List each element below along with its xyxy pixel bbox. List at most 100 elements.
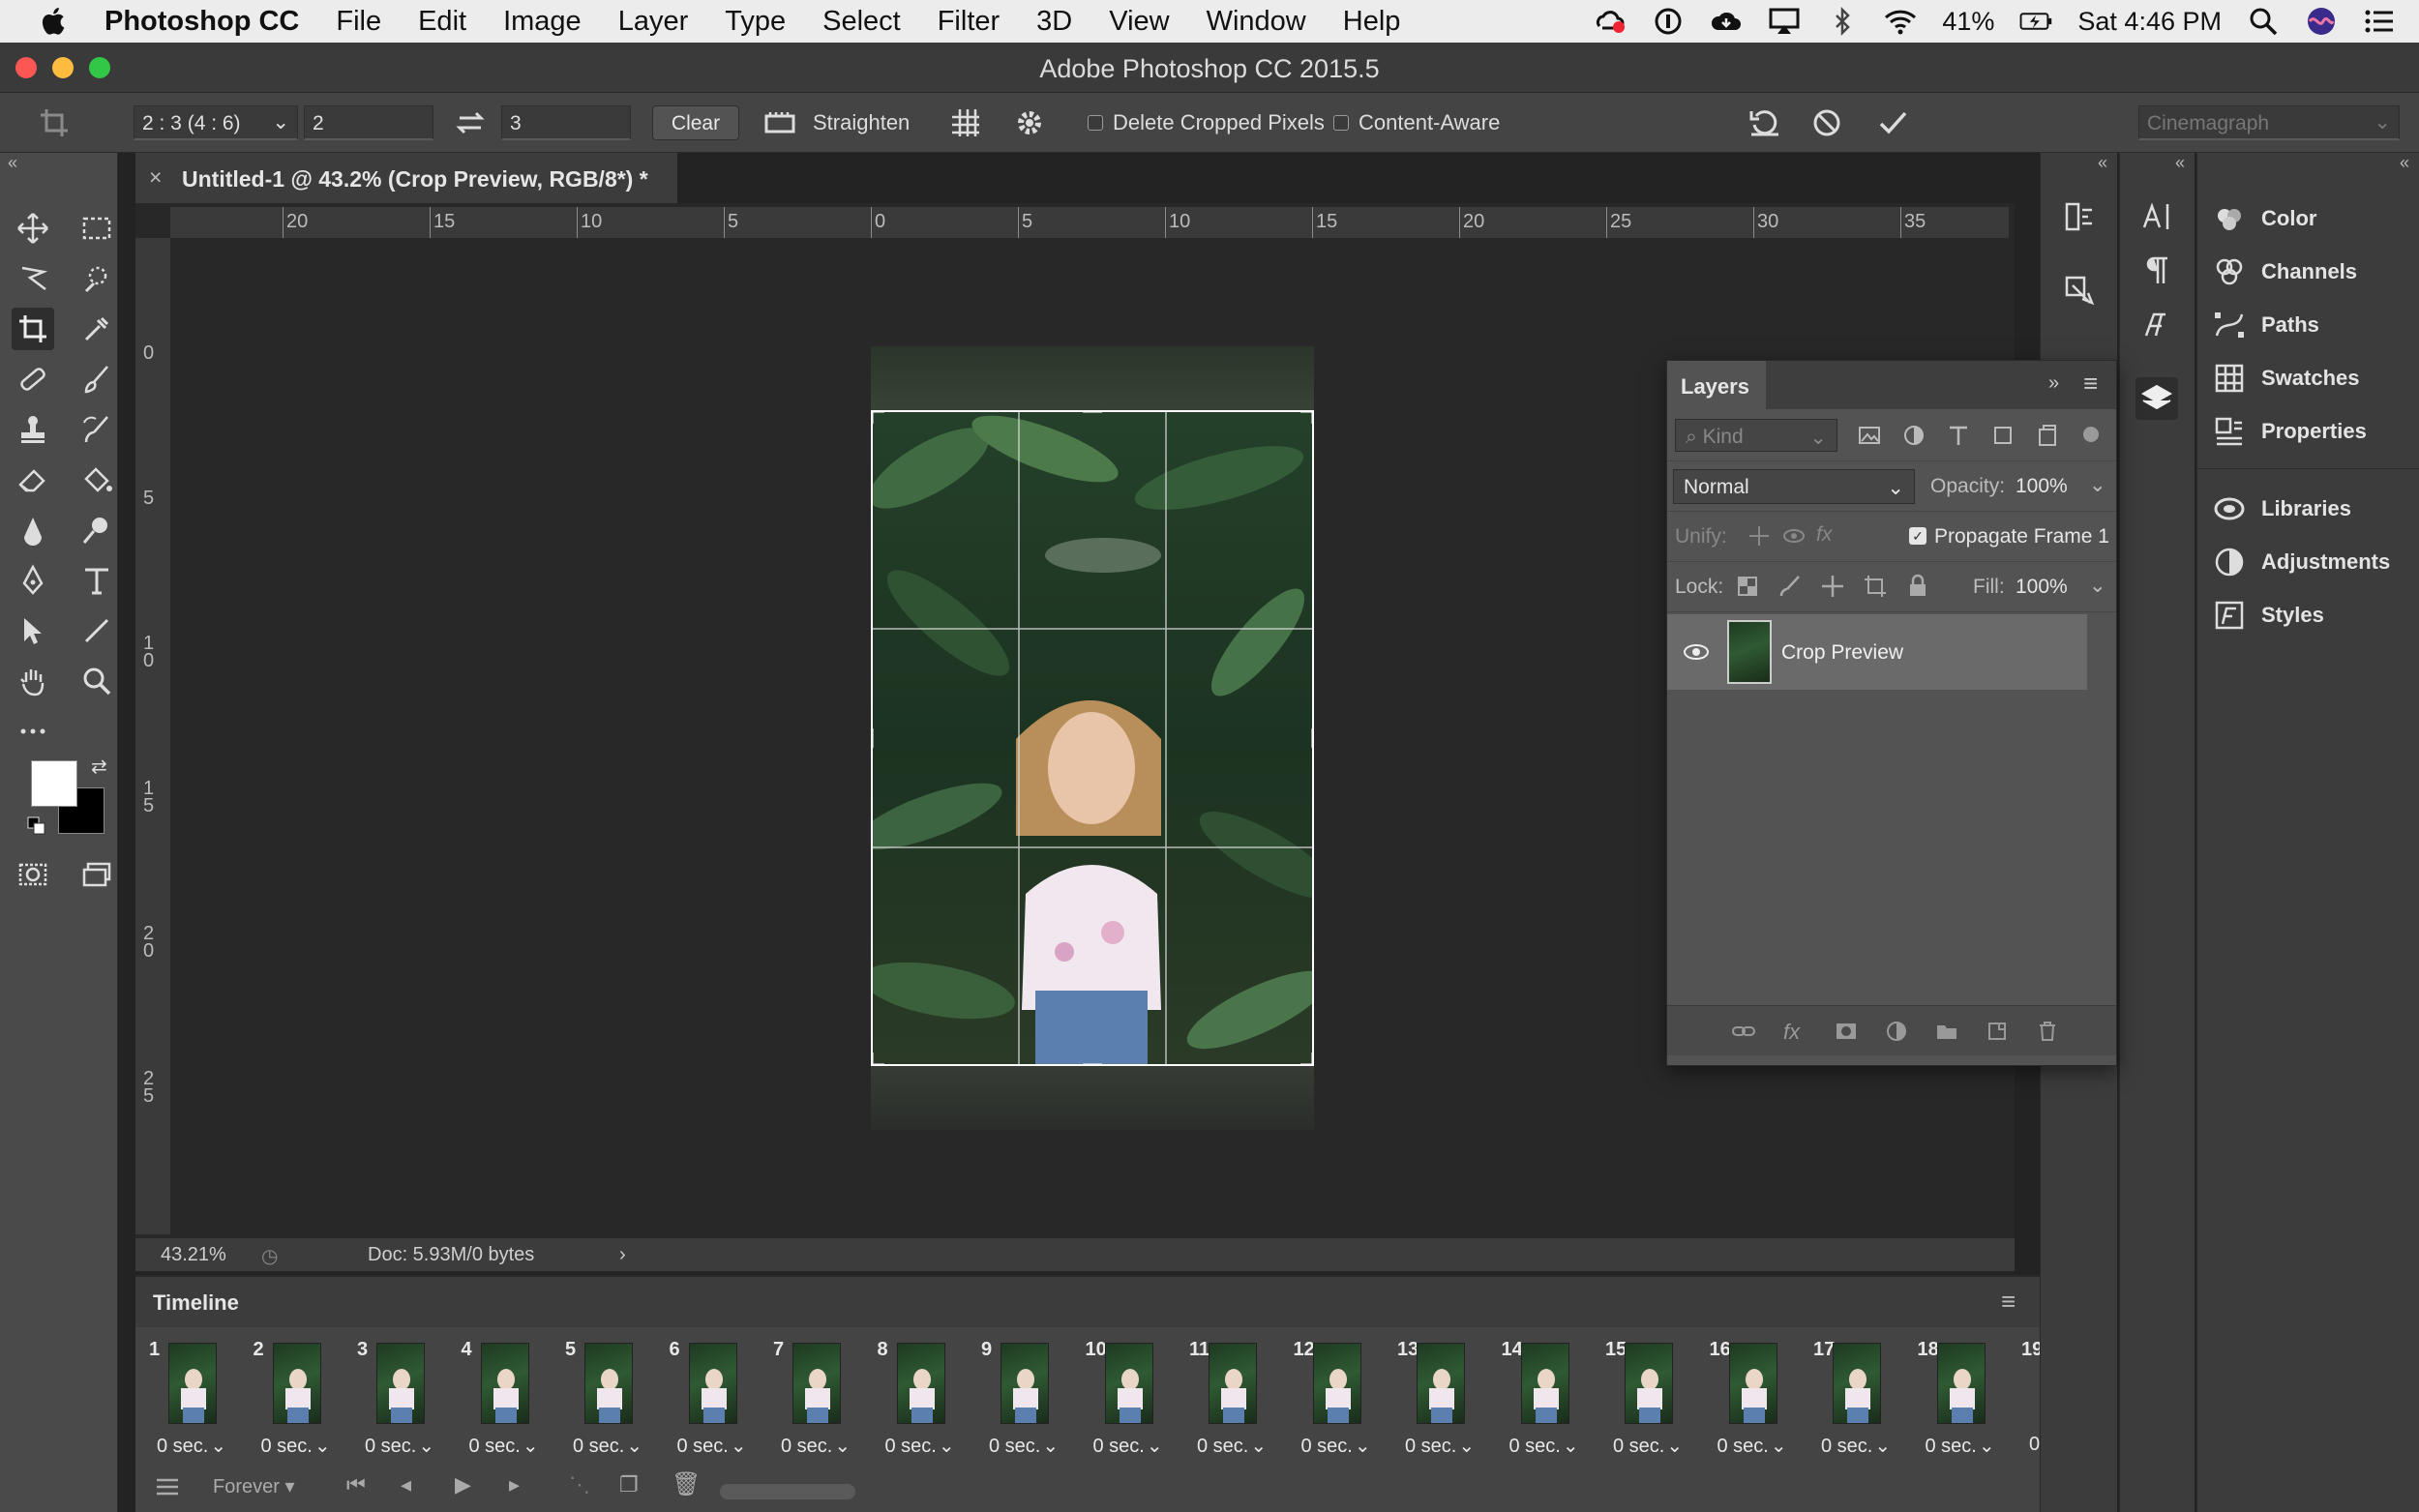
notification-center-icon[interactable]: [2363, 7, 2396, 36]
straighten-icon[interactable]: [759, 102, 801, 144]
foreground-color-swatch[interactable]: [31, 760, 77, 807]
workspace-select[interactable]: Cinemagraph ⌄: [2138, 105, 2400, 140]
timeline-frame[interactable]: 8 0 sec. ⌄: [876, 1339, 976, 1468]
panel-swatches[interactable]: Swatches: [2213, 357, 2360, 400]
delete-frame-icon[interactable]: 🗑: [672, 1470, 701, 1498]
delete-cropped-checkbox[interactable]: [1088, 115, 1103, 131]
frame-delay-select[interactable]: 0 sec. ⌄: [157, 1434, 226, 1458]
crop-tool-icon[interactable]: [12, 308, 54, 350]
blend-mode-select[interactable]: Normal ⌄: [1673, 469, 1915, 504]
creative-cloud-icon[interactable]: [1594, 7, 1627, 36]
content-aware-checkbox[interactable]: [1333, 115, 1349, 131]
frame-delay-select[interactable]: 0 sec. ⌄: [1197, 1434, 1267, 1458]
menu-file[interactable]: File: [336, 6, 381, 38]
share-icon[interactable]: ◷: [261, 1244, 278, 1268]
timeline-frame[interactable]: 9 0 sec. ⌄: [979, 1339, 1080, 1468]
menubar-clock[interactable]: Sat 4:46 PM: [2077, 7, 2222, 37]
frame-delay-select[interactable]: 0: [2029, 1434, 2040, 1456]
wifi-icon[interactable]: [1884, 7, 1917, 36]
frame-delay-select[interactable]: 0 sec. ⌄: [1405, 1434, 1475, 1458]
healing-brush-tool-icon[interactable]: [12, 358, 54, 400]
panel-channels[interactable]: Channels: [2213, 251, 2357, 293]
timeline-frame[interactable]: 12 0 sec. ⌄: [1292, 1339, 1392, 1468]
siri-icon[interactable]: [2305, 7, 2338, 36]
lock-transparent-pixels-icon[interactable]: [1735, 574, 1760, 599]
panel-paths[interactable]: Paths: [2213, 304, 2319, 346]
brush-tool-icon[interactable]: [75, 358, 118, 400]
clone-stamp-tool-icon[interactable]: [12, 408, 54, 451]
frame-delay-select[interactable]: 0 sec. ⌄: [573, 1434, 642, 1458]
commit-crop-icon[interactable]: [1871, 102, 1914, 144]
app-name-menu[interactable]: Photoshop CC: [105, 6, 299, 38]
crop-height-input[interactable]: 3: [501, 105, 631, 140]
layer-name[interactable]: Crop Preview: [1781, 641, 1903, 665]
panel-menu-icon[interactable]: ≡: [2083, 369, 2098, 399]
opacity-value[interactable]: 100%: [2016, 475, 2068, 498]
lock-image-pixels-icon[interactable]: [1777, 574, 1803, 599]
path-selection-tool-icon[interactable]: [12, 609, 54, 652]
filter-toggle-switch[interactable]: [2083, 427, 2099, 442]
default-colors-icon[interactable]: [27, 816, 46, 836]
timeline-menu-icon[interactable]: ≡: [2001, 1287, 2016, 1317]
previous-frame-icon[interactable]: ◂: [401, 1472, 411, 1497]
frame-delay-select[interactable]: 0 sec. ⌄: [781, 1434, 851, 1458]
crop-width-input[interactable]: 2: [304, 105, 433, 140]
opacity-slider-chevron-icon[interactable]: ⌄: [2089, 473, 2106, 497]
timeline-frame[interactable]: 18 0 sec. ⌄: [1916, 1339, 2016, 1468]
more-tools-icon[interactable]: [12, 710, 54, 753]
lock-position-icon[interactable]: [1820, 574, 1845, 599]
pixel-filter-icon[interactable]: [1857, 423, 1882, 448]
adjustment-filter-icon[interactable]: [1901, 423, 1926, 448]
pen-tool-icon[interactable]: [12, 559, 54, 602]
frame-delay-select[interactable]: 0 sec. ⌄: [261, 1434, 331, 1458]
frame-delay-select[interactable]: 0 sec. ⌄: [677, 1434, 747, 1458]
new-layer-icon[interactable]: [1985, 1019, 2010, 1044]
timeline-frame[interactable]: 3 0 sec. ⌄: [355, 1339, 456, 1468]
line-tool-icon[interactable]: [75, 609, 118, 652]
paint-bucket-tool-icon[interactable]: [75, 459, 118, 501]
close-document-icon[interactable]: ×: [149, 164, 162, 191]
menu-help[interactable]: Help: [1343, 6, 1401, 38]
menu-select[interactable]: Select: [822, 6, 901, 38]
paragraph-panel-icon[interactable]: [2135, 250, 2178, 292]
menu-type[interactable]: Type: [725, 6, 786, 38]
frame-delay-select[interactable]: 0 sec. ⌄: [469, 1434, 539, 1458]
history-panel-icon[interactable]: [2058, 195, 2101, 238]
document-tab[interactable]: × Untitled-1 @ 43.2% (Crop Preview, RGB/…: [135, 153, 677, 203]
timeline-scrollbar[interactable]: [720, 1484, 855, 1499]
timeline-frame[interactable]: 17 0 sec. ⌄: [1811, 1339, 1912, 1468]
panel-properties[interactable]: Properties: [2213, 410, 2367, 453]
move-tool-icon[interactable]: [12, 207, 54, 250]
timeline-frame[interactable]: 5 0 sec. ⌄: [563, 1339, 664, 1468]
collapse-dock-icon[interactable]: «: [2400, 153, 2409, 173]
new-adjustment-layer-icon[interactable]: [1884, 1019, 1909, 1044]
quick-selection-tool-icon[interactable]: [75, 257, 118, 300]
menu-image[interactable]: Image: [503, 6, 582, 38]
new-group-folder-icon[interactable]: [1934, 1019, 1959, 1044]
timeline-frame[interactable]: 16 0 sec. ⌄: [1708, 1339, 1808, 1468]
convert-to-timeline-icon[interactable]: [153, 1472, 182, 1501]
frame-delay-select[interactable]: 0 sec. ⌄: [1509, 1434, 1579, 1458]
fill-slider-chevron-icon[interactable]: ⌄: [2089, 574, 2106, 598]
shape-filter-icon[interactable]: [1990, 423, 2016, 448]
timeline-frame[interactable]: 11 0 sec. ⌄: [1187, 1339, 1288, 1468]
vertical-ruler[interactable]: 0 5 10 15 20 25: [135, 238, 170, 1234]
bluetooth-icon[interactable]: [1826, 7, 1859, 36]
timeline-frame[interactable]: 7 0 sec. ⌄: [771, 1339, 872, 1468]
eyedropper-tool-icon[interactable]: [75, 308, 118, 350]
dodge-tool-icon[interactable]: [75, 509, 118, 551]
blur-tool-icon[interactable]: [12, 509, 54, 551]
hand-tool-icon[interactable]: [12, 660, 54, 702]
password-manager-icon[interactable]: [1652, 7, 1685, 36]
lasso-tool-icon[interactable]: [12, 257, 54, 300]
type-tool-icon[interactable]: [75, 559, 118, 602]
collapse-dock-icon[interactable]: «: [2098, 153, 2107, 173]
first-frame-icon[interactable]: ⏮: [346, 1472, 366, 1497]
timeline-frame[interactable]: 2 0 sec. ⌄: [252, 1339, 352, 1468]
ratio-select[interactable]: 2 : 3 (4 : 6) ⌄: [134, 105, 298, 140]
add-mask-icon[interactable]: [1834, 1019, 1859, 1044]
timeline-frame[interactable]: 13 0 sec. ⌄: [1395, 1339, 1496, 1468]
layers-panel-icon[interactable]: [2135, 377, 2178, 420]
frame-delay-select[interactable]: 0 sec. ⌄: [1717, 1434, 1787, 1458]
unify-style-icon[interactable]: fx: [1816, 523, 1832, 547]
